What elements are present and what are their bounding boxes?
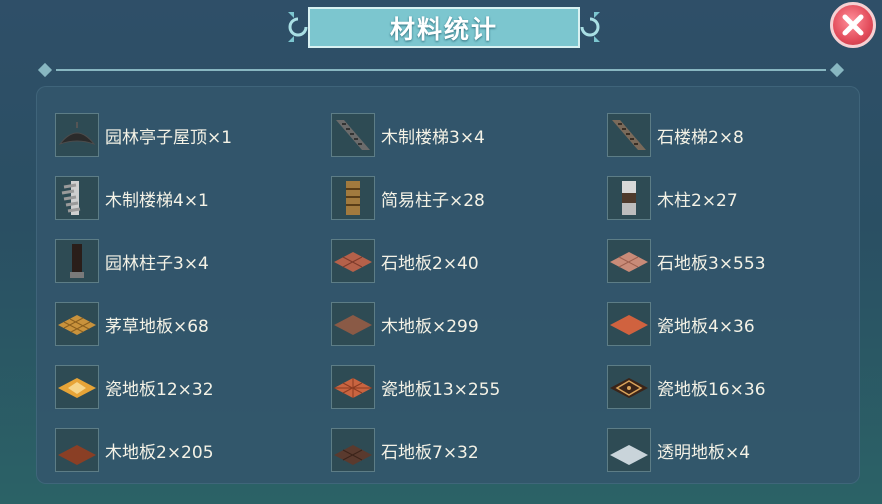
material-item: 简易柱子×28 <box>331 175 485 221</box>
material-item: 茅草地板×68 <box>55 301 209 347</box>
spiral-stairs-icon <box>55 176 99 220</box>
wooden-pillar-icon <box>607 176 651 220</box>
header-divider <box>36 62 846 78</box>
material-item: 石楼梯2×8 <box>607 112 744 158</box>
material-item: 园林亭子屋顶×1 <box>55 112 232 158</box>
wood-floor-tile-icon <box>55 428 99 472</box>
material-item: 石地板2×40 <box>331 238 479 284</box>
ceramic-floor-tile-icon <box>55 365 99 409</box>
material-item: 瓷地板12×32 <box>55 364 214 410</box>
ceramic-floor-tile-icon <box>331 365 375 409</box>
stone-floor-tile-icon <box>331 428 375 472</box>
material-item: 石地板3×553 <box>607 238 766 284</box>
stone-stairs-icon <box>607 113 651 157</box>
wood-floor-tile-icon <box>331 302 375 346</box>
material-item: 瓷地板13×255 <box>331 364 500 410</box>
material-item: 木制楼梯3×4 <box>331 112 485 158</box>
material-item: 木地板×299 <box>331 301 479 347</box>
material-item: 木柱2×27 <box>607 175 738 221</box>
ceramic-floor-tile-icon <box>607 302 651 346</box>
close-button[interactable] <box>830 2 876 48</box>
transparent-floor-tile-icon <box>607 428 651 472</box>
wooden-stairs-icon <box>331 113 375 157</box>
material-item: 木制楼梯4×1 <box>55 175 209 221</box>
material-item: 瓷地板16×36 <box>607 364 766 410</box>
close-icon <box>842 14 864 36</box>
material-item: 石地板7×32 <box>331 427 479 473</box>
window-title: 材料统计 <box>389 14 498 44</box>
garden-pavilion-roof-icon <box>55 113 99 157</box>
material-item: 木地板2×205 <box>55 427 214 473</box>
material-item: 瓷地板4×36 <box>607 301 755 347</box>
material-item: 园林柱子3×4 <box>55 238 209 284</box>
simple-pillar-icon <box>331 176 375 220</box>
stone-floor-tile-icon <box>331 239 375 283</box>
stone-floor-tile-icon <box>607 239 651 283</box>
thatch-floor-tile-icon <box>55 302 99 346</box>
garden-pillar-icon <box>55 239 99 283</box>
title-banner: 材料统计 <box>308 7 580 48</box>
ceramic-floor-tile-icon <box>607 365 651 409</box>
material-item: 透明地板×4 <box>607 427 750 473</box>
